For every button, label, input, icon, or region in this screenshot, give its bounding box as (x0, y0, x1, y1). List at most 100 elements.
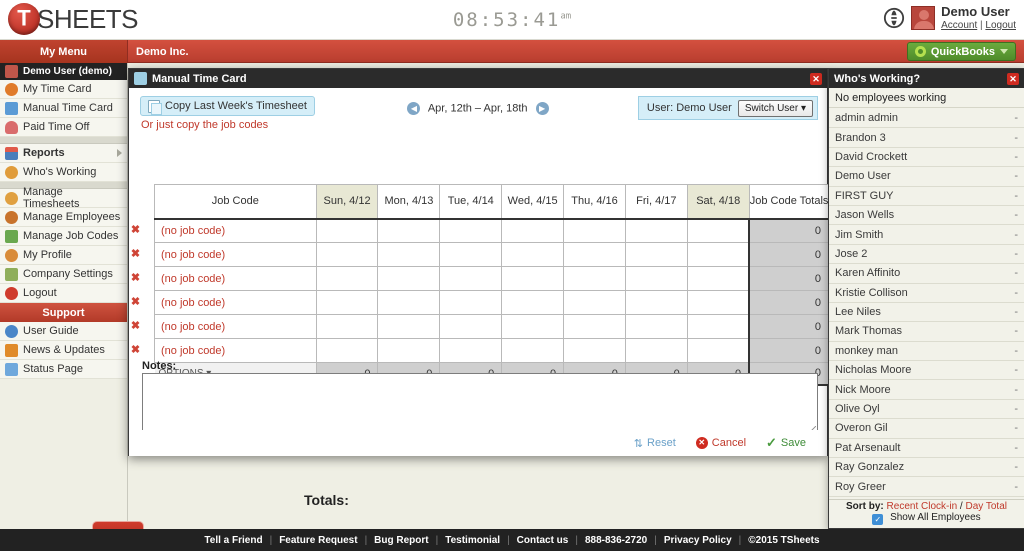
list-item[interactable]: David Crockett - (829, 147, 1024, 168)
list-item[interactable]: Mark Thomas - (829, 322, 1024, 342)
list-item[interactable]: Pat Arsenault - (829, 438, 1024, 459)
hours-cell[interactable] (624, 242, 688, 267)
hours-cell[interactable] (439, 290, 503, 315)
list-item[interactable]: Olive Oyl - (829, 399, 1024, 420)
job-code-cell[interactable]: (no job code) (154, 338, 317, 363)
notes-input[interactable] (142, 373, 818, 435)
list-item[interactable]: Nick Moore - (829, 380, 1024, 400)
list-item[interactable]: FIRST GUY - (829, 186, 1024, 206)
hours-cell[interactable] (501, 338, 565, 363)
delete-row-icon[interactable]: ✖ (129, 338, 142, 362)
sidebar-item-status-page[interactable]: Status Page (0, 360, 127, 379)
delete-row-icon[interactable]: ✖ (129, 242, 142, 266)
copy-job-codes-link[interactable]: Or just copy the job codes (141, 119, 268, 131)
account-link[interactable]: Account (941, 20, 977, 31)
hours-cell[interactable] (624, 314, 688, 339)
hours-cell[interactable] (686, 218, 750, 243)
list-item[interactable]: Roy Greer - (829, 477, 1024, 497)
cancel-button[interactable]: ✕ Cancel (686, 433, 756, 453)
hours-cell[interactable] (624, 266, 688, 291)
job-code-cell[interactable]: (no job code) (154, 242, 317, 267)
footer-link-bug-report[interactable]: Bug Report (374, 535, 428, 546)
hours-cell[interactable] (624, 290, 688, 315)
hours-cell[interactable] (686, 314, 750, 339)
close-icon[interactable]: ✕ (1007, 72, 1019, 85)
footer-link-privacy-policy[interactable]: Privacy Policy (664, 535, 732, 546)
job-code-cell[interactable]: (no job code) (154, 290, 317, 315)
list-item[interactable]: Karen Affinito - (829, 264, 1024, 284)
hours-cell[interactable] (377, 242, 441, 267)
delete-row-icon[interactable]: ✖ (129, 266, 142, 290)
hours-cell[interactable] (501, 290, 565, 315)
hours-cell[interactable] (377, 266, 441, 291)
hours-cell[interactable] (501, 218, 565, 243)
list-item[interactable]: Brandon 3 - (829, 128, 1024, 148)
show-all-employees-row[interactable]: ✓ Show All Employees (829, 512, 1024, 525)
job-code-cell[interactable]: (no job code) (154, 218, 317, 243)
hours-cell[interactable] (563, 242, 626, 267)
hours-cell[interactable] (377, 314, 441, 339)
hours-cell[interactable] (624, 218, 688, 243)
checkbox-icon[interactable]: ✓ (872, 514, 884, 525)
list-item[interactable]: Jose 2 - (829, 244, 1024, 265)
hours-cell[interactable] (501, 314, 565, 339)
switch-user-button[interactable]: Switch User ▾ (737, 99, 813, 117)
hours-cell[interactable] (563, 338, 626, 363)
hours-cell[interactable] (315, 338, 379, 363)
sort-day-total[interactable]: Day Total (965, 501, 1007, 512)
hours-cell[interactable] (563, 314, 626, 339)
close-icon[interactable]: ✕ (810, 72, 822, 85)
sidebar-item-manage-timesheets[interactable]: Manage Timesheets (0, 186, 127, 210)
sidebar-item-news-updates[interactable]: News & Updates (0, 341, 127, 360)
hours-cell[interactable] (377, 290, 441, 315)
hours-cell[interactable] (563, 290, 626, 315)
job-code-cell[interactable]: (no job code) (154, 314, 317, 339)
sidebar-item-company-settings[interactable]: Company Settings (0, 265, 127, 284)
globe-icon[interactable] (883, 7, 905, 29)
hours-cell[interactable] (439, 218, 503, 243)
hours-cell[interactable] (315, 218, 379, 243)
list-item[interactable]: Ray Gonzalez - (829, 458, 1024, 478)
delete-row-icon[interactable]: ✖ (129, 290, 142, 314)
quickbooks-button[interactable]: QuickBooks (906, 42, 1016, 61)
sidebar-item-reports[interactable]: Reports (0, 144, 127, 163)
sidebar-item-manual-time-card[interactable]: Manual Time Card (0, 99, 127, 118)
list-item[interactable]: Jason Wells - (829, 205, 1024, 226)
hours-cell[interactable] (624, 338, 688, 363)
hours-cell[interactable] (439, 314, 503, 339)
list-item[interactable]: Demo User - (829, 167, 1024, 187)
list-item[interactable]: monkey man - (829, 341, 1024, 362)
hours-cell[interactable] (315, 266, 379, 291)
list-item[interactable]: Kristie Collison - (829, 283, 1024, 303)
hours-cell[interactable] (686, 338, 750, 363)
hours-cell[interactable] (377, 338, 441, 363)
hours-cell[interactable] (686, 242, 750, 267)
employee-list[interactable]: admin admin - Brandon 3- David Crockett - … (829, 109, 1024, 499)
sidebar-item-my-time-card[interactable]: My Time Card (0, 80, 127, 99)
hours-cell[interactable] (377, 218, 441, 243)
sidebar-item-manage-job-codes[interactable]: Manage Job Codes (0, 227, 127, 246)
job-code-cell[interactable]: (no job code) (154, 266, 317, 291)
list-item[interactable]: Lee Niles - (829, 302, 1024, 323)
next-week-button[interactable]: ▶ (535, 102, 549, 115)
hours-cell[interactable] (563, 218, 626, 243)
sidebar-item-manage-employees[interactable]: Manage Employees (0, 208, 127, 227)
delete-row-icon[interactable]: ✖ (129, 218, 142, 242)
delete-row-icon[interactable]: ✖ (129, 314, 142, 338)
hours-cell[interactable] (563, 266, 626, 291)
hours-cell[interactable] (439, 242, 503, 267)
reset-button[interactable]: ⇅ Reset (624, 432, 685, 454)
sidebar-current-user[interactable]: Demo User (demo) (0, 63, 127, 80)
footer-link-feature-request[interactable]: Feature Request (279, 535, 357, 546)
hours-cell[interactable] (686, 266, 750, 291)
sidebar-item-paid-time-off[interactable]: Paid Time Off (0, 118, 127, 137)
hours-cell[interactable] (315, 290, 379, 315)
logout-link[interactable]: Logout (985, 20, 1016, 31)
list-item[interactable]: Jim Smith - (829, 225, 1024, 245)
hours-cell[interactable] (501, 266, 565, 291)
sidebar-item-logout[interactable]: Logout (0, 284, 127, 303)
sidebar-item-my-profile[interactable]: My Profile (0, 246, 127, 265)
list-item[interactable]: admin admin - (829, 109, 1024, 129)
hours-cell[interactable] (439, 266, 503, 291)
list-item[interactable]: Overon Gil - (829, 419, 1024, 439)
